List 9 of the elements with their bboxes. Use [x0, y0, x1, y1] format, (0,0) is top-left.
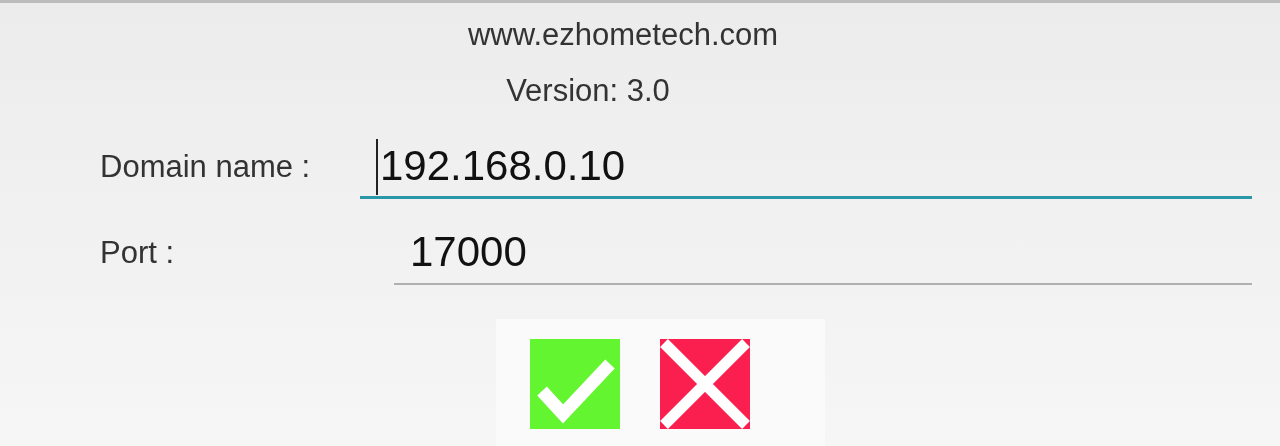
website-text: www.ezhometech.com: [466, 17, 780, 54]
cancel-button[interactable]: [660, 339, 750, 429]
close-icon: [660, 339, 750, 429]
field-label: Domain name :: [99, 149, 312, 186]
input-field[interactable]: 192.168.0.10: [360, 135, 1252, 199]
text-cursor: [376, 139, 378, 195]
field-label: Port :: [99, 235, 176, 272]
version-text: Version: 3.0: [505, 73, 671, 110]
input-field[interactable]: 17000: [394, 221, 1252, 285]
